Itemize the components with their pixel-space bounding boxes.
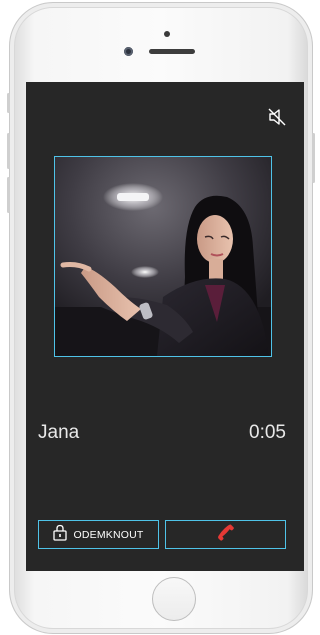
- home-button[interactable]: [152, 577, 196, 621]
- speaker-muted-icon[interactable]: [266, 106, 288, 128]
- unlock-button[interactable]: ODEMKNOUT: [38, 520, 159, 549]
- video-feed: [54, 156, 272, 357]
- caller-name: Jana: [38, 422, 80, 443]
- call-screen: Jana 0:05 ODEMKNOUT: [26, 82, 304, 571]
- call-duration: 0:05: [249, 422, 286, 443]
- video-frame-image: [55, 157, 271, 356]
- phone-hangup-icon: [216, 523, 236, 546]
- hangup-button[interactable]: [165, 520, 286, 549]
- side-button: [7, 133, 10, 169]
- front-camera: [124, 47, 133, 56]
- side-button: [7, 177, 10, 213]
- unlock-button-label: ODEMKNOUT: [73, 528, 144, 541]
- proximity-sensor: [164, 31, 170, 37]
- side-button: [7, 93, 10, 113]
- earpiece-speaker: [149, 49, 195, 54]
- side-button: [312, 133, 315, 183]
- lock-icon: [53, 524, 68, 546]
